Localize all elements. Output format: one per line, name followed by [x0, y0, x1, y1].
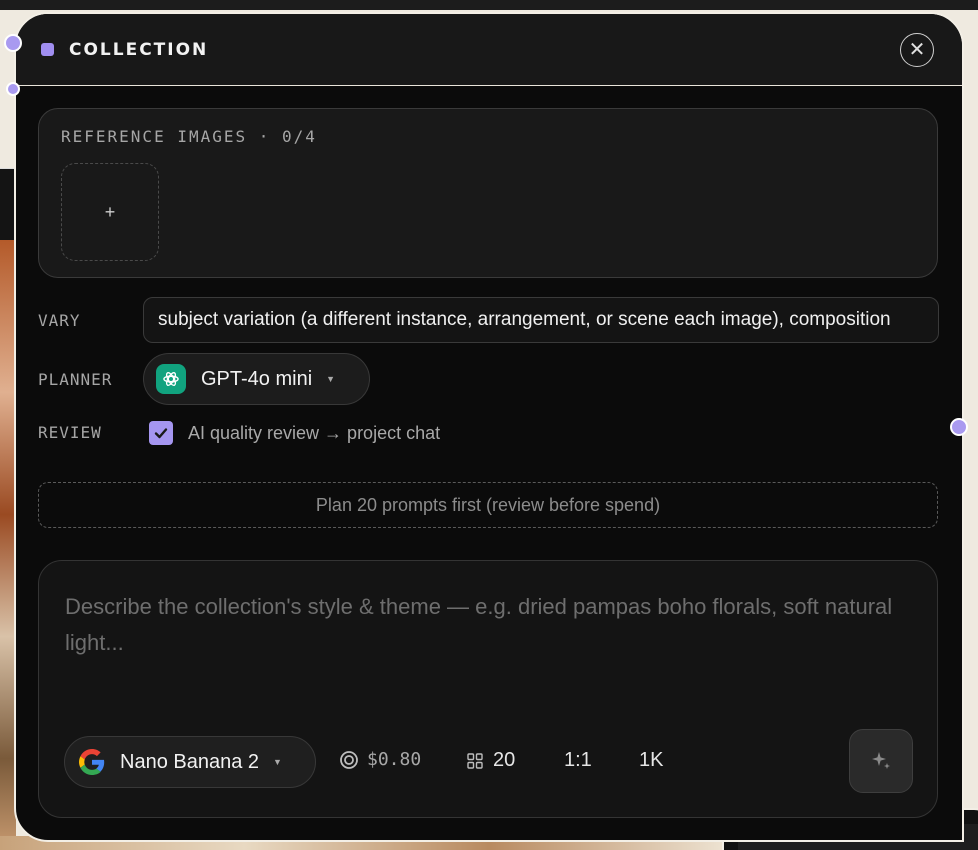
image-count-value: 20 [493, 749, 516, 771]
aspect-ratio-control[interactable]: 1:1 [564, 749, 592, 772]
resolution-value: 1K [639, 749, 664, 771]
plus-icon: + [104, 201, 116, 222]
cost-value: $0.80 [367, 749, 422, 770]
grid-icon [467, 752, 483, 769]
plan-prompts-button[interactable]: Plan 20 prompts first (review before spe… [38, 482, 938, 528]
openai-icon [156, 364, 186, 394]
reference-images-label: REFERENCE IMAGES · 0/4 [61, 127, 317, 146]
input-handle-secondary[interactable] [6, 82, 20, 96]
chevron-down-icon: ▼ [273, 757, 282, 767]
reference-images-section: REFERENCE IMAGES · 0/4 + [38, 108, 938, 278]
coin-icon [340, 750, 358, 769]
generate-button[interactable] [849, 729, 913, 793]
image-model-select[interactable]: Nano Banana 2 ▼ [64, 736, 316, 788]
cost-indicator: $0.80 [339, 749, 421, 770]
prompt-input[interactable]: Describe the collection's style & theme … [65, 589, 905, 661]
image-count-control[interactable]: 20 [467, 749, 515, 772]
panel-header[interactable]: COLLECTION ✕ [16, 14, 962, 86]
planner-model-name: GPT-4o mini [201, 367, 313, 390]
planner-label: PLANNER [38, 370, 113, 389]
google-icon [79, 749, 105, 775]
vary-label: VARY [38, 311, 81, 330]
input-handle[interactable] [4, 34, 22, 52]
add-reference-image-button[interactable]: + [61, 163, 159, 261]
aspect-ratio-value: 1:1 [564, 749, 592, 771]
planner-model-select[interactable]: GPT-4o mini ▼ [143, 353, 370, 405]
node-color-dot [41, 43, 54, 56]
panel-title: COLLECTION [69, 40, 209, 60]
output-handle[interactable] [950, 418, 968, 436]
chevron-down-icon: ▼ [326, 374, 336, 384]
sparkle-icon [872, 752, 890, 769]
check-icon [154, 428, 168, 439]
review-checkbox[interactable] [149, 421, 173, 445]
image-model-name: Nano Banana 2 [120, 750, 260, 773]
collection-panel: COLLECTION ✕ REFERENCE IMAGES · 0/4 + VA… [14, 12, 964, 842]
review-description: AI quality review → project chat [188, 423, 441, 443]
prompt-composer: Describe the collection's style & theme … [38, 560, 938, 818]
resolution-control[interactable]: 1K [639, 749, 663, 772]
plan-prompts-label: Plan 20 prompts first (review before spe… [315, 494, 661, 515]
vary-input[interactable]: subject variation (a different instance,… [143, 297, 939, 343]
canvas-top-bar [0, 0, 978, 10]
close-icon: ✕ [908, 39, 926, 61]
close-button[interactable]: ✕ [900, 33, 934, 67]
review-label: REVIEW [38, 423, 102, 442]
